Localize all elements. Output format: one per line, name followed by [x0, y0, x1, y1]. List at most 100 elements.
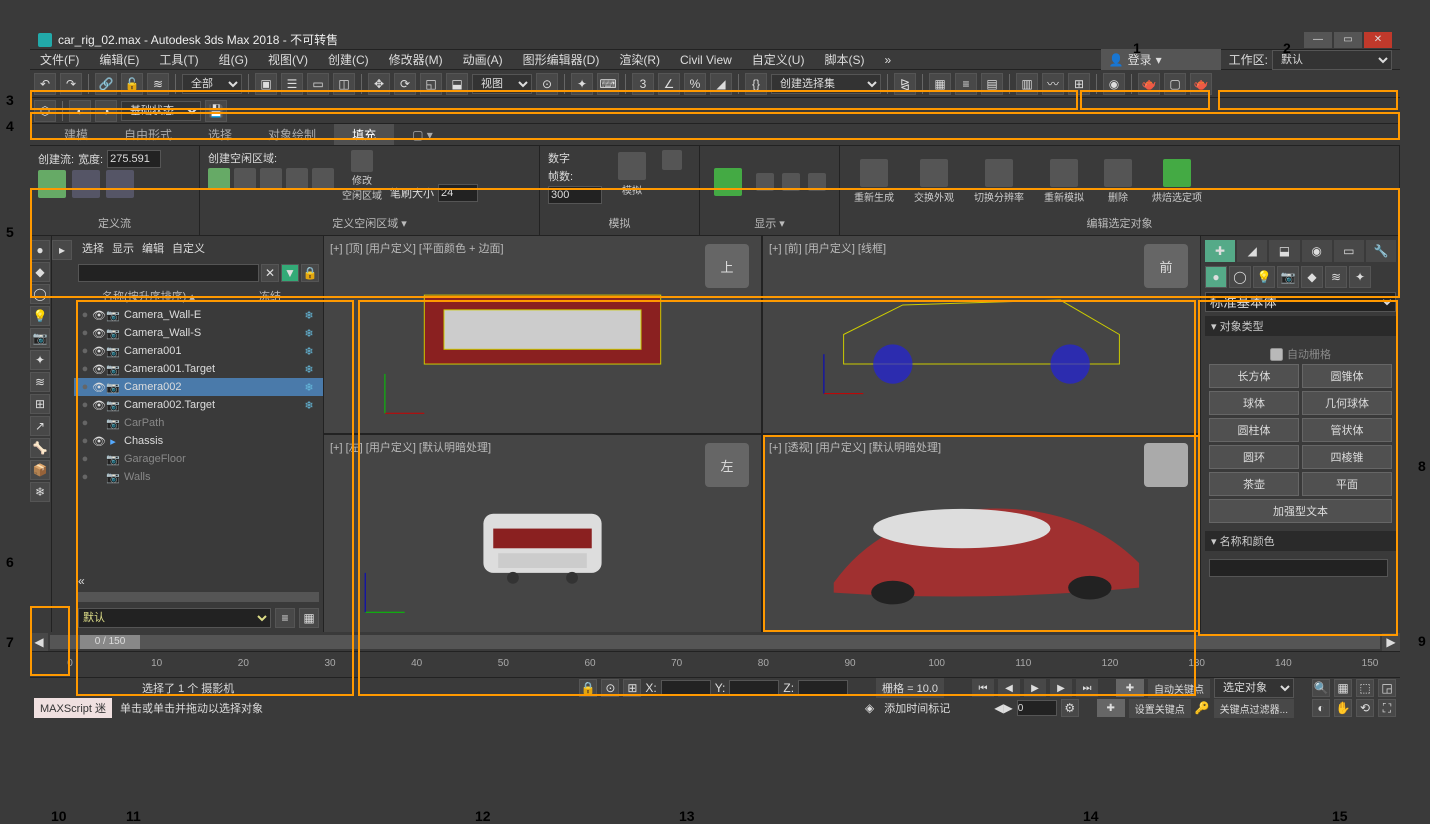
- viewport-perspective[interactable]: [+] [透视] [用户定义] [默认明暗处理]: [763, 435, 1200, 632]
- add-time-tag[interactable]: 添加时间标记: [878, 698, 956, 718]
- unlink-button[interactable]: 🔓: [121, 73, 143, 95]
- scene-item[interactable]: ●👁📷Camera002❄: [74, 378, 323, 396]
- cmd-tab-hierarchy[interactable]: ⬓: [1269, 240, 1299, 262]
- undo-button[interactable]: ↶: [34, 73, 56, 95]
- filter-light-icon[interactable]: 💡: [30, 306, 50, 326]
- window-crossing-button[interactable]: ◫: [333, 73, 355, 95]
- goto-start-button[interactable]: ⏮: [972, 679, 994, 697]
- tab-extra[interactable]: ▢ ▾: [394, 126, 451, 144]
- selection-filter[interactable]: 全部: [182, 74, 242, 94]
- scene-item[interactable]: ●👁📷Camera001.Target❄: [74, 360, 323, 378]
- frames-input[interactable]: [548, 186, 602, 204]
- isolate-icon[interactable]: ⊙: [601, 679, 619, 697]
- tab-selection[interactable]: 选择: [190, 124, 250, 145]
- time-prev-button[interactable]: ◀: [30, 633, 48, 651]
- menu-create[interactable]: 创建(C): [318, 49, 379, 70]
- ribbon-toggle[interactable]: ▥: [1016, 73, 1038, 95]
- manipulate-button[interactable]: ✦: [571, 73, 593, 95]
- scene-tab-custom[interactable]: 自定义: [172, 240, 205, 256]
- nav4-icon[interactable]: ◲: [1378, 679, 1396, 697]
- maximize-button[interactable]: ▭: [1334, 32, 1362, 48]
- scene-tab-select[interactable]: 选择: [82, 240, 104, 256]
- pivot-button[interactable]: ⊙: [536, 73, 558, 95]
- tab-freeform[interactable]: 自由形式: [106, 124, 190, 145]
- filter-xref-icon[interactable]: ↗: [30, 416, 50, 436]
- select-name-button[interactable]: ☰: [281, 73, 303, 95]
- keymode-select[interactable]: 选定对象: [1214, 678, 1294, 698]
- display-stick-icon[interactable]: [756, 173, 774, 191]
- editselset-button[interactable]: {}: [745, 73, 767, 95]
- scene-search-input[interactable]: [78, 264, 259, 282]
- tab-modeling[interactable]: 建模: [46, 124, 106, 145]
- menu-group[interactable]: 组(G): [209, 49, 258, 70]
- nav2-icon[interactable]: ▦: [1334, 679, 1352, 697]
- scene-item[interactable]: ●👁📷Camera001❄: [74, 342, 323, 360]
- primitive-button[interactable]: 球体: [1209, 391, 1299, 415]
- scene-item[interactable]: ●📷Walls: [74, 468, 323, 486]
- filter-space-icon[interactable]: ≋: [30, 372, 50, 392]
- select-region-button[interactable]: ▭: [307, 73, 329, 95]
- key-step-icon[interactable]: ◀▶: [994, 701, 1012, 715]
- keyboard-shortcut-button[interactable]: ⌨: [597, 73, 619, 95]
- menu-help-icon[interactable]: »: [874, 51, 901, 69]
- primitive-button[interactable]: 圆柱体: [1209, 418, 1299, 442]
- filter-all-icon[interactable]: ●: [30, 240, 50, 260]
- explorer-button[interactable]: ▤: [981, 73, 1003, 95]
- z-input[interactable]: [798, 680, 848, 696]
- menu-civilview[interactable]: Civil View: [670, 51, 742, 69]
- switch-res-button[interactable]: 切换分辨率: [968, 157, 1030, 206]
- menu-customize[interactable]: 自定义(U): [742, 49, 815, 70]
- primitive-button[interactable]: 圆环: [1209, 445, 1299, 469]
- render-button[interactable]: 🫖: [1190, 73, 1212, 95]
- cmd-tab-display[interactable]: ▭: [1334, 240, 1364, 262]
- width-input[interactable]: [107, 150, 161, 168]
- cmd-tab-create[interactable]: ✚: [1205, 240, 1235, 262]
- spinner-snap-toggle[interactable]: ◢: [710, 73, 732, 95]
- menu-grapheditors[interactable]: 图形编辑器(D): [513, 49, 610, 70]
- move-button[interactable]: ✥: [368, 73, 390, 95]
- primitive-button[interactable]: 加强型文本: [1209, 499, 1392, 523]
- scene-list[interactable]: ●👁📷Camera_Wall-E❄●👁📷Camera_Wall-S❄●👁📷Cam…: [74, 306, 323, 572]
- display-tex-icon[interactable]: [808, 173, 826, 191]
- search-filter-icon[interactable]: ▼: [281, 264, 299, 282]
- x-input[interactable]: [661, 680, 711, 696]
- keyfilter-button[interactable]: 关键点过滤器...: [1214, 699, 1294, 718]
- align-button[interactable]: ▦: [929, 73, 951, 95]
- primitive-button[interactable]: 长方体: [1209, 364, 1299, 388]
- menu-edit[interactable]: 编辑(E): [89, 49, 149, 70]
- idle-icon-4[interactable]: [286, 168, 308, 190]
- cat-lights-icon[interactable]: 💡: [1253, 266, 1275, 288]
- idle-icon-2[interactable]: [234, 168, 256, 190]
- login-dropdown[interactable]: 👤 登录 ▾: [1101, 49, 1221, 70]
- primitive-button[interactable]: 管状体: [1302, 418, 1392, 442]
- polymod-icon[interactable]: ⬡: [34, 100, 56, 122]
- tab-populate[interactable]: 填充: [334, 124, 394, 145]
- next-frame-button[interactable]: ▶: [1050, 679, 1072, 697]
- nav8-icon[interactable]: ⛶: [1378, 699, 1396, 717]
- snap-toggle[interactable]: 3: [632, 73, 654, 95]
- nav5-icon[interactable]: ◐: [1312, 699, 1330, 717]
- disp-1[interactable]: ▸: [52, 240, 72, 260]
- sim-extra-icon[interactable]: [662, 150, 682, 170]
- viewcube-left[interactable]: 左: [705, 443, 749, 487]
- idle-icon-1[interactable]: [208, 168, 230, 190]
- filter-shape-icon[interactable]: ◯: [30, 284, 50, 304]
- viewcube-persp[interactable]: [1144, 443, 1188, 487]
- flow-ramp-icon[interactable]: [72, 170, 100, 198]
- minimize-button[interactable]: —: [1304, 32, 1332, 48]
- vp-left-label[interactable]: [+] [左] [用户定义] [默认明暗处理]: [330, 439, 491, 455]
- primitive-button[interactable]: 圆锥体: [1302, 364, 1392, 388]
- scene-tab-display[interactable]: 显示: [112, 240, 134, 256]
- scene-item[interactable]: ●👁📷Camera_Wall-S❄: [74, 324, 323, 342]
- display-person-button[interactable]: [708, 166, 748, 198]
- menu-tools[interactable]: 工具(T): [149, 49, 208, 70]
- vp-top-label[interactable]: [+] [顶] [用户定义] [平面颜色 + 边面]: [330, 240, 504, 256]
- nav6-icon[interactable]: ✋: [1334, 699, 1352, 717]
- cat-helpers-icon[interactable]: ◆: [1301, 266, 1323, 288]
- primitive-button[interactable]: 几何球体: [1302, 391, 1392, 415]
- timeline-ruler[interactable]: 0102030405060708090100110120130140150: [30, 652, 1400, 678]
- refcoord-select[interactable]: 视图: [472, 74, 532, 94]
- y-input[interactable]: [729, 680, 779, 696]
- lock-icon[interactable]: 🔒: [301, 264, 319, 282]
- menu-view[interactable]: 视图(V): [258, 49, 318, 70]
